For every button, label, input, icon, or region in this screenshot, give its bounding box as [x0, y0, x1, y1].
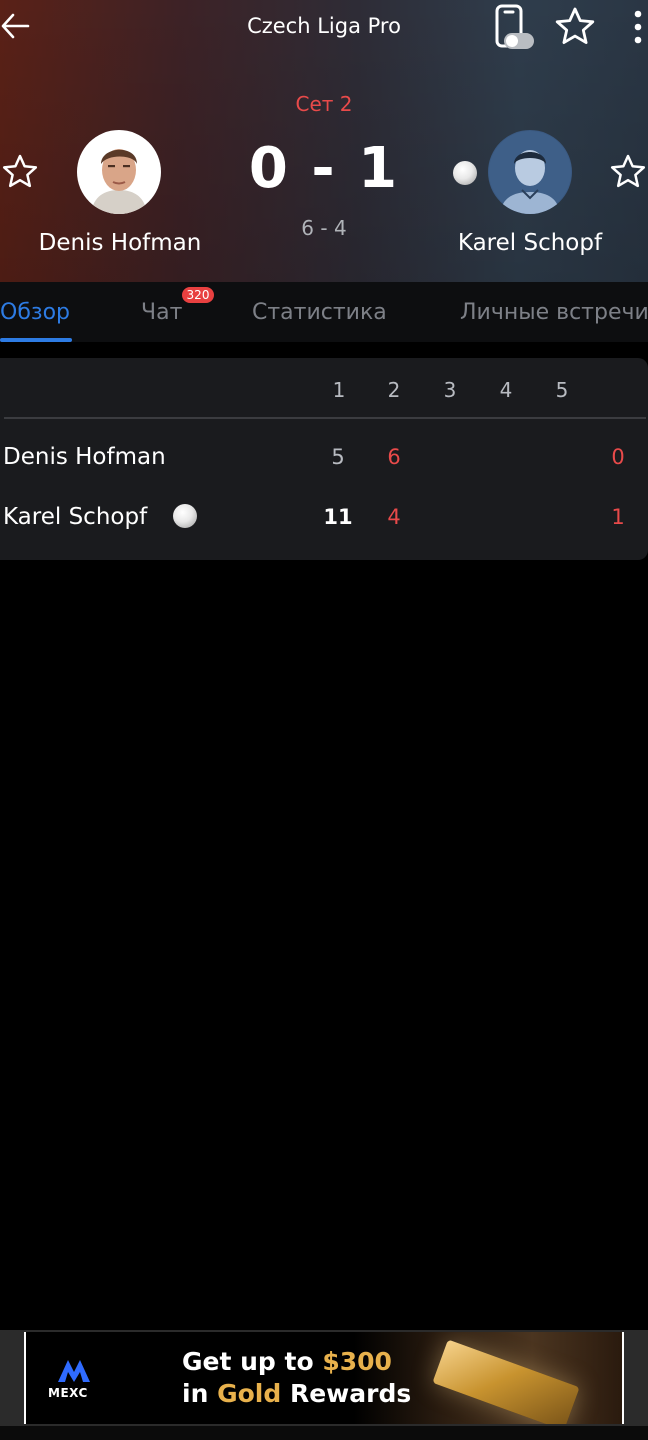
- row-player1-name: Denis Hofman: [3, 444, 166, 470]
- row-player2-name: Karel Schopf: [3, 504, 148, 530]
- favorite-player1-star-icon[interactable]: [0, 152, 40, 192]
- ad-banner-container: MEXC Get up to $300 in Gold Rewards: [0, 1330, 648, 1426]
- phone-toggle-icon[interactable]: [492, 3, 536, 51]
- player2-name[interactable]: Karel Schopf: [410, 230, 648, 256]
- set-column-header: 3: [443, 378, 457, 402]
- serving-ball-icon: [453, 161, 477, 185]
- row-player2-set2: 4: [387, 505, 401, 529]
- tab-overview[interactable]: Обзор: [0, 300, 70, 325]
- active-tab-indicator: [0, 338, 72, 342]
- tab-statistics[interactable]: Статистика: [252, 300, 387, 325]
- league-title: Czech Liga Pro: [247, 14, 401, 38]
- row-player1-set1: 5: [331, 445, 345, 469]
- divider: [4, 417, 646, 419]
- current-set-label: Сет 2: [295, 92, 353, 116]
- system-nav-bar: [0, 1426, 648, 1440]
- gold-bar-image: [432, 1339, 580, 1424]
- ad-headline: Get up to $300 in Gold Rewards: [182, 1347, 412, 1408]
- set-column-header: 1: [332, 378, 346, 402]
- star-icon[interactable]: [553, 6, 597, 46]
- set-column-header: 5: [555, 378, 569, 402]
- player1-name[interactable]: Denis Hofman: [0, 230, 240, 256]
- set-column-header: 2: [387, 378, 401, 402]
- mexc-logo-icon: [58, 1360, 90, 1382]
- tab-bar: Обзор Чат Статистика Личные встречи: [0, 282, 648, 342]
- player2-avatar[interactable]: [488, 130, 572, 214]
- row-player2-set1: 11: [323, 505, 353, 529]
- match-header: Czech Liga Pro Сет 2 0 - 1 6 - 4 Denis H…: [0, 0, 648, 282]
- ad-brand: MEXC: [48, 1386, 88, 1400]
- ad-banner[interactable]: MEXC Get up to $300 in Gold Rewards: [24, 1332, 624, 1424]
- top-bar: Czech Liga Pro: [0, 0, 648, 56]
- row-player1-total: 0: [611, 445, 625, 469]
- more-vert-icon[interactable]: [628, 8, 648, 48]
- scoreboard-card: 1 2 3 4 5 Denis Hofman 5 6 0 Karel Schop…: [0, 358, 648, 560]
- row-player1-set2: 6: [387, 445, 401, 469]
- player1-avatar[interactable]: [77, 130, 161, 214]
- set-column-header: 4: [499, 378, 513, 402]
- chat-count-badge: 320: [182, 287, 214, 303]
- favorite-player2-star-icon[interactable]: [608, 152, 648, 192]
- row-player2-total: 1: [611, 505, 625, 529]
- tab-head-to-head[interactable]: Личные встречи: [460, 300, 648, 325]
- tennis-ball-icon: [173, 504, 197, 528]
- tab-chat[interactable]: Чат: [141, 300, 182, 325]
